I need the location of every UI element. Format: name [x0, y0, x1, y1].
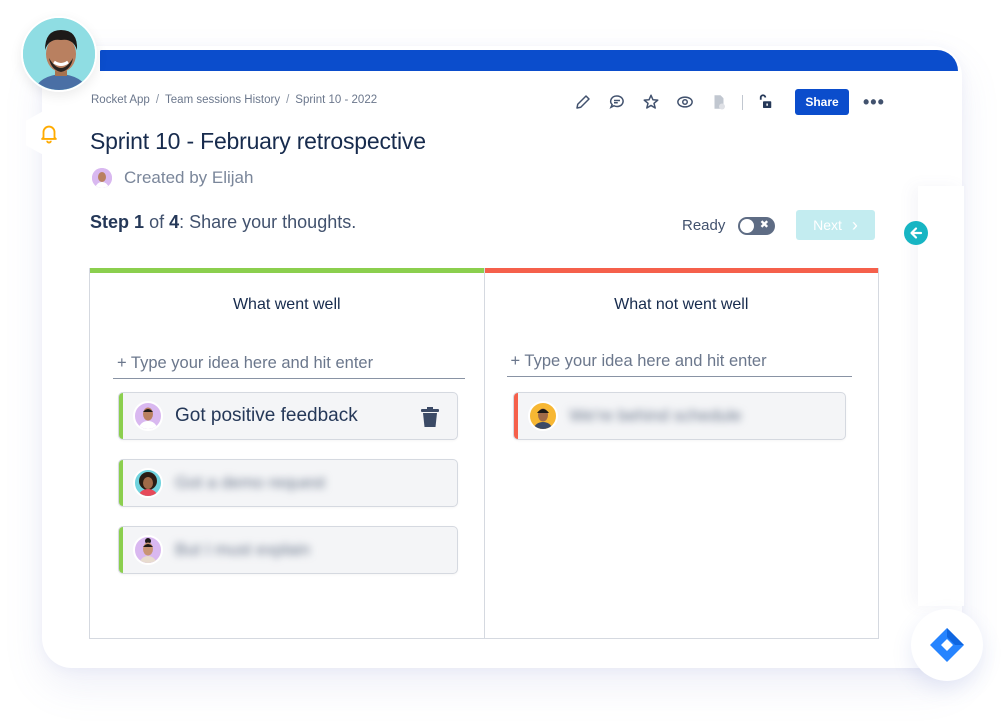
idea-text: We're behind schedule: [569, 406, 742, 425]
column-title: What went well: [232, 296, 341, 313]
idea-text: But I must explain: [175, 540, 311, 559]
ready-label: Ready: [682, 217, 726, 234]
card-stripe: [513, 393, 518, 439]
ready-toggle[interactable]: ✖: [738, 217, 775, 235]
header-bar: [100, 50, 958, 71]
column-title: What not went well: [614, 296, 749, 313]
person-icon: [138, 472, 158, 496]
breadcrumb-separator: /: [286, 94, 290, 106]
step-total: 4: [169, 212, 180, 232]
idea-list: We're behind schedule: [512, 392, 846, 459]
delete-idea-button[interactable]: [420, 406, 440, 433]
idea-text: Got positive feedback: [175, 405, 358, 426]
page-title: Sprint 10 - February retrospective: [90, 128, 426, 154]
contributor-avatar: [527, 401, 558, 431]
step-current: 1: [134, 212, 145, 232]
contributor-avatar: [133, 535, 163, 565]
step-indicator: Step 1 of 4: Share your thoughts.: [90, 212, 356, 233]
idea-text: Got a demo request: [175, 473, 326, 492]
edit-button[interactable]: [566, 88, 600, 116]
watch-button[interactable]: [668, 88, 702, 116]
created-by-label: Created by Elijah: [124, 168, 254, 187]
breadcrumb-team-sessions-history[interactable]: Team sessions History: [165, 94, 280, 106]
trash-icon: [421, 407, 439, 427]
share-button[interactable]: Share: [795, 89, 849, 115]
page-toolbar: Share •••: [566, 88, 885, 116]
bell-icon: [41, 125, 57, 144]
column-not-went-well: What not went well We're behind schedule: [483, 268, 878, 638]
breadcrumb-rocket-app[interactable]: Rocket App: [91, 94, 150, 106]
card-stripe: [119, 460, 123, 506]
next-button[interactable]: Next ›: [796, 210, 875, 240]
jira-logo-badge: [911, 609, 983, 681]
card-stripe: [119, 393, 123, 439]
restrictions-button[interactable]: [749, 88, 783, 116]
side-panel: [918, 186, 964, 606]
person-icon: [532, 408, 553, 429]
card-stripe: [119, 527, 123, 573]
idea-card[interactable]: Got positive feedback: [118, 392, 458, 440]
more-actions-button[interactable]: •••: [863, 92, 885, 113]
breadcrumb-separator: /: [155, 94, 160, 106]
comment-icon: [609, 95, 624, 109]
chevron-right-icon: ›: [851, 214, 858, 235]
idea-card[interactable]: We're behind schedule: [512, 392, 846, 440]
next-label: Next: [813, 217, 842, 233]
breadcrumb-sprint[interactable]: Sprint 10 - 2022: [295, 94, 377, 106]
step-of: of: [149, 212, 165, 232]
collapse-panel-button[interactable]: [904, 221, 928, 245]
toggle-knob: [740, 219, 754, 233]
pencil-icon: [576, 95, 590, 109]
idea-input[interactable]: [113, 348, 465, 379]
eye-icon: [677, 96, 693, 108]
idea-list: Got positive feedback Got a demo request…: [118, 392, 458, 593]
unlock-icon: [759, 94, 772, 108]
star-button[interactable]: [634, 88, 668, 116]
person-icon: [92, 168, 112, 188]
contributor-avatar: [133, 401, 163, 431]
idea-input[interactable]: [506, 346, 852, 377]
column-went-well: What went well Got positive feedback Got…: [90, 268, 484, 638]
column-color-bar: [484, 268, 878, 273]
person-icon: [138, 407, 158, 429]
comment-button[interactable]: [600, 88, 634, 116]
column-color-bar: [90, 268, 484, 273]
step-prefix: Step: [90, 212, 130, 232]
step-description: : Share your thoughts.: [179, 212, 357, 232]
user-avatar[interactable]: [21, 16, 97, 92]
breadcrumb: Rocket App / Team sessions History / Spr…: [91, 94, 377, 106]
retro-board: What went well Got positive feedback Got…: [89, 268, 879, 639]
toolbar-divider: [742, 94, 743, 110]
star-icon: [643, 94, 659, 109]
idea-card[interactable]: Got a demo request: [118, 459, 458, 507]
document-icon: [714, 95, 725, 110]
author-line: Created by Elijah: [92, 168, 253, 188]
person-icon: [139, 538, 157, 563]
author-avatar: [92, 168, 112, 188]
jira-logo-icon: [930, 628, 964, 662]
contributor-avatar: [133, 468, 163, 498]
idea-card[interactable]: But I must explain: [118, 526, 458, 574]
arrow-left-icon: [910, 227, 923, 239]
toggle-off-icon: ✖: [759, 219, 769, 231]
page-info-button[interactable]: [702, 88, 736, 116]
